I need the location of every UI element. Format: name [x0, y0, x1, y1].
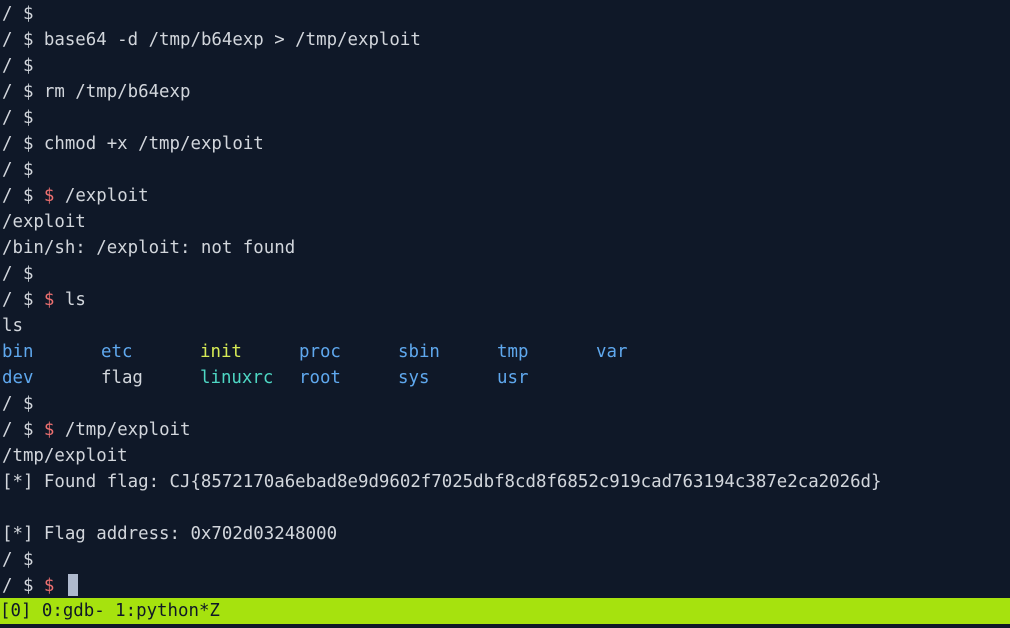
prompt-line: / $ [2, 261, 33, 287]
prompt-line: / $ [2, 157, 33, 183]
command-text: /exploit [54, 186, 149, 206]
shell-prompt: / $ [2, 82, 34, 102]
ls-entry-usr: usr [497, 368, 529, 388]
nested-prompt-dollar: $ [43, 576, 55, 596]
text-cursor[interactable] [67, 574, 78, 596]
prompt-line: / $ [2, 105, 33, 131]
command-text: rm /tmp/b64exp [33, 82, 191, 102]
ls-entry-var: var [596, 342, 628, 362]
command-text [54, 576, 64, 596]
output-text: [*] Flag address: 0x702d03248000 [2, 524, 338, 544]
shell-prompt: / $ [2, 30, 34, 50]
nested-prompt-dollar: $ [43, 186, 55, 206]
shell-prompt: / $ [2, 160, 34, 180]
nested-prompt-dollar: $ [43, 420, 55, 440]
prompt-line: / $ $ /tmp/exploit [2, 417, 191, 443]
ls-entry-tmp: tmp [497, 342, 529, 362]
prompt-line: / $ $ /exploit [2, 183, 149, 209]
ls-entry-dev: dev [2, 368, 34, 388]
prompt-line: / $ $ [2, 573, 78, 598]
ls-entry-sys: sys [398, 368, 430, 388]
command-text: ls [54, 290, 86, 310]
nested-prompt-dollar: $ [43, 290, 55, 310]
prompt-line: / $ $ ls [2, 287, 86, 313]
terminal-output[interactable]: / $ / $ base64 -d /tmp/b64exp > /tmp/expl… [0, 0, 1010, 598]
ls-entry-root: root [299, 368, 341, 388]
ls-entry-flag: flag [101, 368, 143, 388]
output-line: [*] Found flag: CJ{8572170a6ebad8e9d9602… [2, 469, 881, 495]
shell-prompt: / $ [2, 186, 44, 206]
shell-prompt: / $ [2, 394, 34, 414]
output-text: ls [2, 316, 23, 336]
tmux-window-list[interactable]: 0:gdb- 1:python*Z [31, 601, 220, 621]
output-line: /tmp/exploit [2, 443, 128, 469]
tmux-status-bar: [0] 0:gdb- 1:python*Z [0, 598, 1010, 624]
prompt-line: / $ [2, 53, 33, 79]
ls-entry-etc: etc [101, 342, 133, 362]
output-line: /bin/sh: /exploit: not found [2, 235, 295, 261]
status-bar-bottom-border [0, 624, 1010, 628]
prompt-line: / $ rm /tmp/b64exp [2, 79, 190, 105]
shell-prompt: / $ [2, 134, 34, 154]
output-text: /bin/sh: /exploit: not found [2, 238, 296, 258]
shell-prompt: / $ [2, 108, 34, 128]
shell-prompt: / $ [2, 4, 34, 24]
output-line: ls [2, 313, 23, 339]
output-line: [*] Flag address: 0x702d03248000 [2, 521, 337, 547]
output-line: /exploit [2, 209, 86, 235]
prompt-line: / $ chmod +x /tmp/exploit [2, 131, 264, 157]
prompt-line: / $ [2, 1, 33, 27]
command-text: /tmp/exploit [54, 420, 191, 440]
shell-prompt: / $ [2, 420, 44, 440]
command-text: chmod +x /tmp/exploit [33, 134, 264, 154]
output-text: /tmp/exploit [2, 446, 128, 466]
output-text: /exploit [2, 212, 86, 232]
shell-prompt: / $ [2, 290, 44, 310]
shell-prompt: / $ [2, 264, 34, 284]
tmux-session-label: [0] [0, 601, 32, 621]
prompt-line: / $ [2, 547, 33, 573]
prompt-line: / $ [2, 391, 33, 417]
ls-entry-linuxrc: linuxrc [200, 368, 274, 388]
shell-prompt: / $ [2, 56, 34, 76]
prompt-line: / $ base64 -d /tmp/b64exp > /tmp/exploit [2, 27, 421, 53]
ls-entry-init: init [200, 342, 242, 362]
output-text: [*] Found flag: CJ{8572170a6ebad8e9d9602… [2, 472, 882, 492]
shell-prompt: / $ [2, 550, 34, 570]
ls-entry-proc: proc [299, 342, 341, 362]
shell-prompt: / $ [2, 576, 44, 596]
ls-entry-sbin: sbin [398, 342, 440, 362]
ls-entry-bin: bin [2, 342, 34, 362]
command-text: base64 -d /tmp/b64exp > /tmp/exploit [33, 30, 421, 50]
